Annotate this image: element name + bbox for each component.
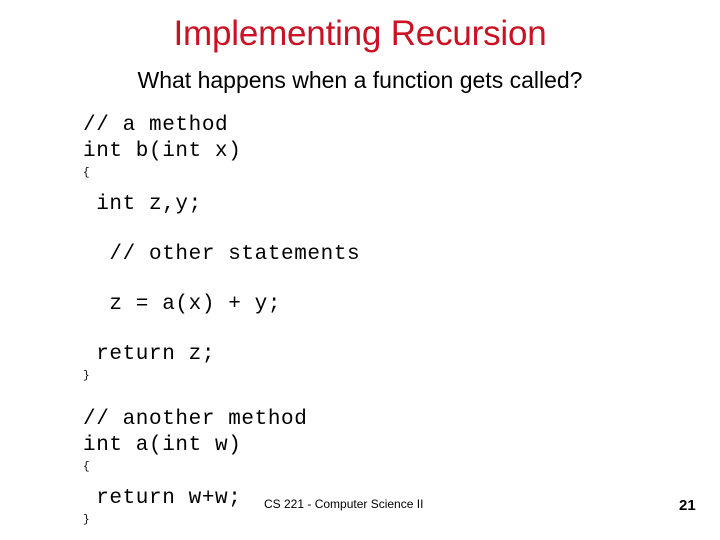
code-line-method-b-close-brace: }	[83, 370, 90, 382]
code-spacer	[83, 385, 643, 407]
code-line-method-b-declaration: int z,y;	[83, 193, 202, 216]
code-line-method-b-open-brace: {	[83, 167, 90, 179]
slide-subtitle: What happens when a function gets called…	[137, 67, 583, 93]
code-line-method-b-signature: int b(int x)	[83, 140, 242, 163]
code-listing: // a method int b(int x) { int z,y; // o…	[83, 113, 643, 529]
code-line-method-a-open-brace: {	[83, 461, 90, 473]
code-line-method-b-other-comment: // other statements	[83, 243, 361, 266]
code-line-method-a-comment: // another method	[83, 408, 308, 431]
slide-canvas: Implementing Recursion What happens when…	[0, 0, 720, 540]
code-line-method-a-close-brace: }	[83, 514, 90, 526]
code-spacer	[83, 182, 643, 192]
code-spacer	[83, 218, 643, 242]
slide-footer: CS 221 - Computer Science II	[264, 497, 424, 511]
page-title: Implementing Recursion	[173, 14, 547, 53]
code-spacer	[83, 268, 643, 292]
code-line-method-b-comment: // a method	[83, 114, 229, 137]
page-number: 21	[679, 497, 696, 514]
code-line-method-a-signature: int a(int w)	[83, 434, 242, 457]
code-line-method-b-assignment: z = a(x) + y;	[83, 293, 282, 316]
code-spacer	[83, 318, 643, 342]
code-spacer	[83, 476, 643, 486]
code-line-method-b-return: return z;	[83, 343, 216, 366]
